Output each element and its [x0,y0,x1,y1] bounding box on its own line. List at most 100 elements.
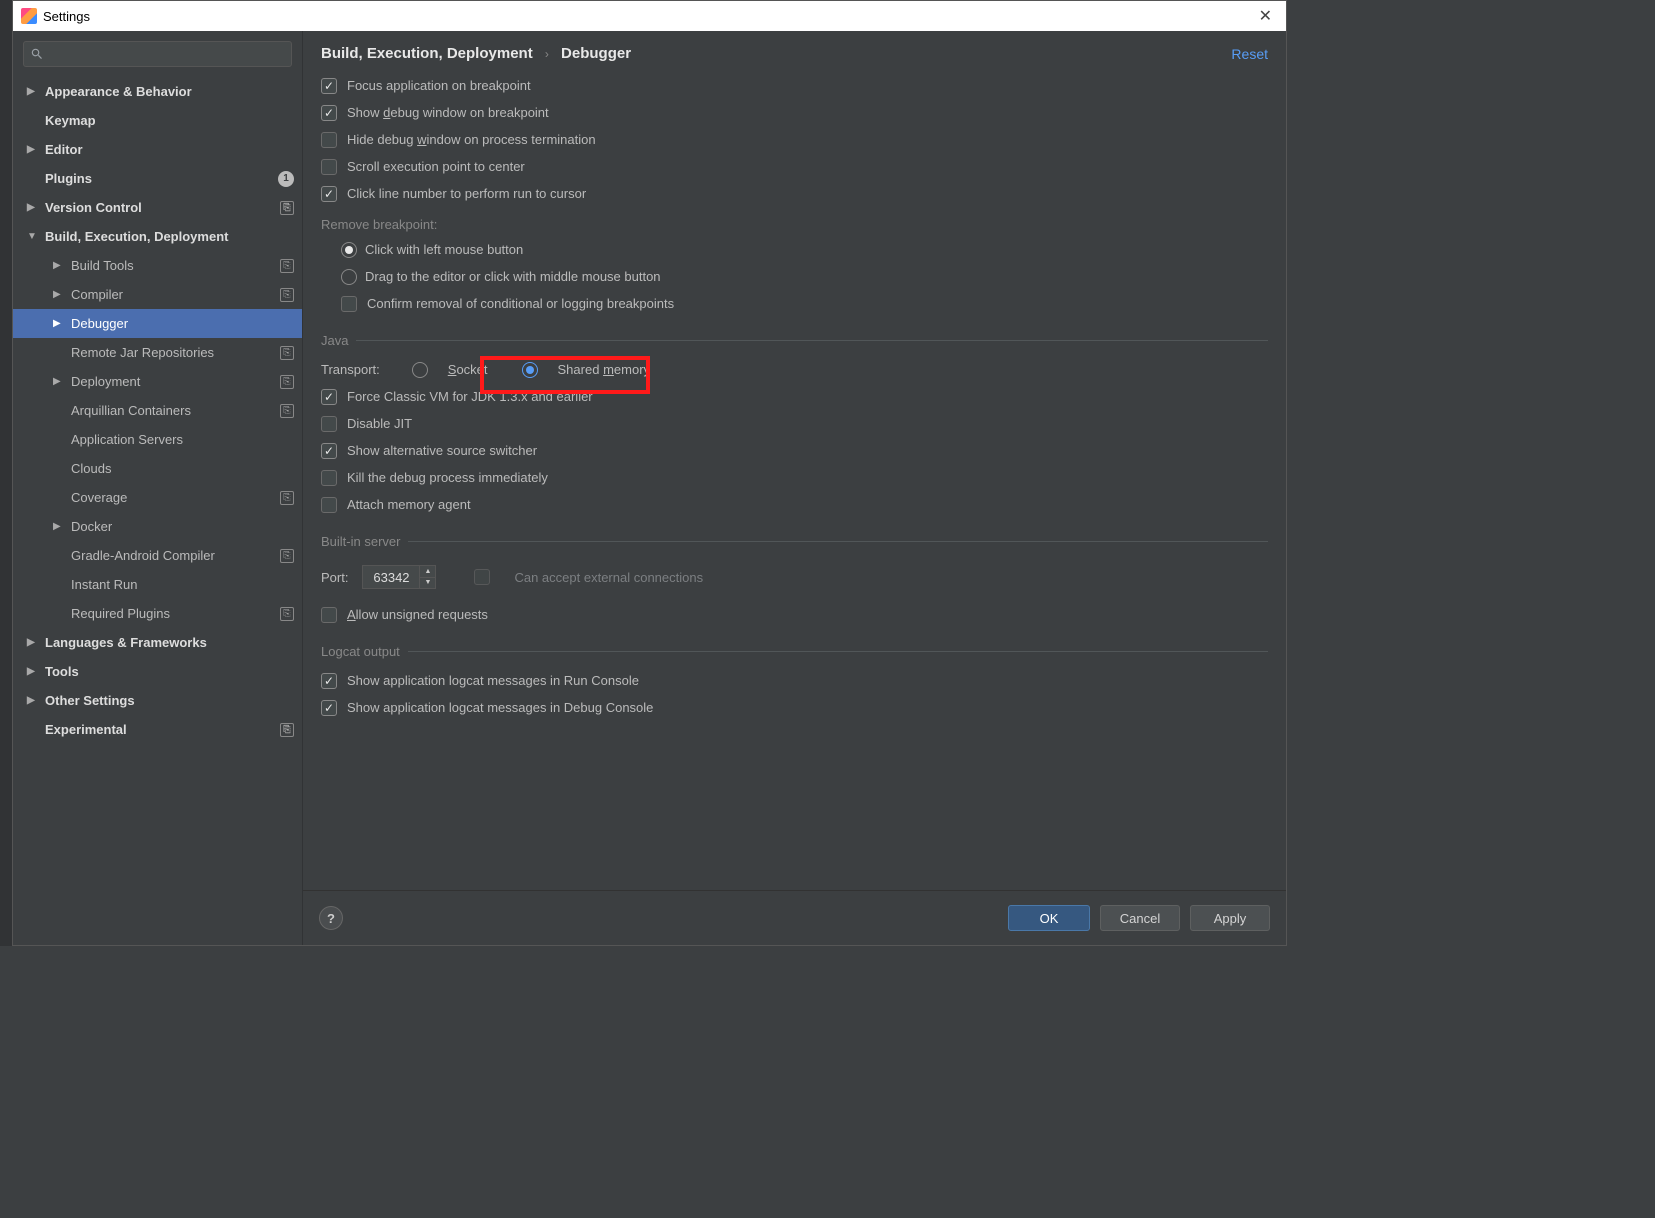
port-stepper[interactable]: ▲ ▼ [419,566,435,588]
port-step-up-icon[interactable]: ▲ [420,566,435,578]
checkbox-disable-jit[interactable] [321,416,337,432]
sidebar-item-instant-run[interactable]: Instant Run [13,570,302,599]
tree-arrow-icon: ▶ [27,695,39,706]
cancel-button[interactable]: Cancel [1100,905,1180,931]
radio-transport-socket[interactable] [412,362,428,378]
sidebar-item-required-plugins[interactable]: Required Plugins⎘ [13,599,302,628]
checkbox-alt-source-switcher[interactable] [321,443,337,459]
tree-arrow-icon: ▼ [27,231,39,242]
search-input[interactable] [48,47,285,62]
sidebar-item-coverage[interactable]: Coverage⎘ [13,483,302,512]
project-scope-icon: ⎘ [280,723,294,737]
checkbox-confirm-removal[interactable] [341,296,357,312]
sidebar-item-plugins[interactable]: Plugins1 [13,164,302,193]
sidebar-item-label: Plugins [45,171,278,186]
project-scope-icon: ⎘ [280,201,294,215]
sidebar-item-build-tools[interactable]: ▶Build Tools⎘ [13,251,302,280]
background-window-sliver [0,0,12,946]
label-allow-unsigned: Allow unsigned requests [347,607,488,622]
sidebar-item-label: Experimental [45,722,280,737]
label-disable-jit: Disable JIT [347,416,412,431]
checkbox-force-classic-vm[interactable] [321,389,337,405]
sidebar-item-gradle-android-compiler[interactable]: Gradle-Android Compiler⎘ [13,541,302,570]
checkbox-kill-debug-process[interactable] [321,470,337,486]
help-button[interactable]: ? [319,906,343,930]
tree-arrow-icon: ▶ [27,202,39,213]
sidebar-item-label: Keymap [45,113,294,128]
label-logcat-run: Show application logcat messages in Run … [347,673,639,688]
checkbox-show-debug-window[interactable] [321,105,337,121]
close-button[interactable]: ✕ [1253,6,1278,26]
breadcrumb-current: Debugger [561,45,631,62]
label-remove-drag: Drag to the editor or click with middle … [365,269,661,284]
tree-arrow-icon: ▶ [53,318,65,329]
checkbox-accept-external[interactable] [474,569,490,585]
app-icon [21,8,37,24]
sidebar-item-docker[interactable]: ▶Docker [13,512,302,541]
port-input[interactable] [363,570,419,585]
checkbox-hide-debug-window[interactable] [321,132,337,148]
label-kill-debug-process: Kill the debug process immediately [347,470,548,485]
checkbox-logcat-run[interactable] [321,673,337,689]
checkbox-click-line-number[interactable] [321,186,337,202]
tree-arrow-icon: ▶ [27,666,39,677]
main-header: Build, Execution, Deployment › Debugger … [303,31,1286,72]
sidebar-item-editor[interactable]: ▶Editor [13,135,302,164]
legend-java: Java [321,333,356,348]
radio-remove-drag[interactable] [341,269,357,285]
reset-link[interactable]: Reset [1231,46,1268,62]
label-scroll-to-center: Scroll execution point to center [347,159,525,174]
sidebar-item-compiler[interactable]: ▶Compiler⎘ [13,280,302,309]
tree-arrow-icon: ▶ [27,86,39,97]
sidebar-item-debugger[interactable]: ▶Debugger [13,309,302,338]
ok-button[interactable]: OK [1008,905,1090,931]
checkbox-attach-memory-agent[interactable] [321,497,337,513]
badge-icon: 1 [278,171,294,187]
tree-arrow-icon: ▶ [53,376,65,387]
sidebar-item-tools[interactable]: ▶Tools [13,657,302,686]
radio-remove-click[interactable] [341,242,357,258]
legend-builtin-server: Built-in server [321,534,408,549]
checkbox-scroll-to-center[interactable] [321,159,337,175]
sidebar-item-keymap[interactable]: Keymap [13,106,302,135]
sidebar-item-label: Application Servers [71,432,294,447]
label-transport-shared-memory: Shared memory [558,362,651,377]
tree-arrow-icon: ▶ [27,637,39,648]
sidebar-item-label: Other Settings [45,693,294,708]
sidebar-item-clouds[interactable]: Clouds [13,454,302,483]
breadcrumb-parent[interactable]: Build, Execution, Deployment [321,45,533,62]
sidebar-item-label: Deployment [71,374,280,389]
sidebar-item-arquillian-containers[interactable]: Arquillian Containers⎘ [13,396,302,425]
project-scope-icon: ⎘ [280,549,294,563]
apply-button[interactable]: Apply [1190,905,1270,931]
project-scope-icon: ⎘ [280,375,294,389]
sidebar-item-other-settings[interactable]: ▶ Other Settings [13,686,302,715]
sidebar-item-label: Languages & Frameworks [45,635,294,650]
search-input-wrap[interactable] [23,41,292,67]
project-scope-icon: ⎘ [280,491,294,505]
sidebar-item-label: Build, Execution, Deployment [45,229,294,244]
port-spinner[interactable]: ▲ ▼ [362,565,436,589]
sidebar-item-build-execution-deployment[interactable]: ▼ Build, Execution, Deployment [13,222,302,251]
sidebar-item-label: Build Tools [71,258,280,273]
settings-tree: ▶Appearance & BehaviorKeymap▶EditorPlugi… [13,73,302,945]
radio-transport-shared-memory[interactable] [522,362,538,378]
sidebar-item-version-control[interactable]: ▶Version Control⎘ [13,193,302,222]
sidebar-item-label: Arquillian Containers [71,403,280,418]
label-attach-memory-agent: Attach memory agent [347,497,471,512]
sidebar-item-remote-jar-repositories[interactable]: Remote Jar Repositories⎘ [13,338,302,367]
project-scope-icon: ⎘ [280,288,294,302]
port-step-down-icon[interactable]: ▼ [420,578,435,589]
label-alt-source-switcher: Show alternative source switcher [347,443,537,458]
label-transport-socket: Socket [448,362,488,377]
sidebar-item-deployment[interactable]: ▶ Deployment⎘ [13,367,302,396]
checkbox-focus-on-breakpoint[interactable] [321,78,337,94]
sidebar-item-appearance-behavior[interactable]: ▶Appearance & Behavior [13,77,302,106]
sidebar-item-experimental[interactable]: Experimental⎘ [13,715,302,744]
sidebar-item-languages-frameworks[interactable]: ▶ Languages & Frameworks [13,628,302,657]
checkbox-allow-unsigned[interactable] [321,607,337,623]
label-focus-on-breakpoint: Focus application on breakpoint [347,78,531,93]
sidebar-item-application-servers[interactable]: Application Servers [13,425,302,454]
checkbox-logcat-debug[interactable] [321,700,337,716]
main-content: Focus application on breakpoint Show deb… [303,72,1286,890]
